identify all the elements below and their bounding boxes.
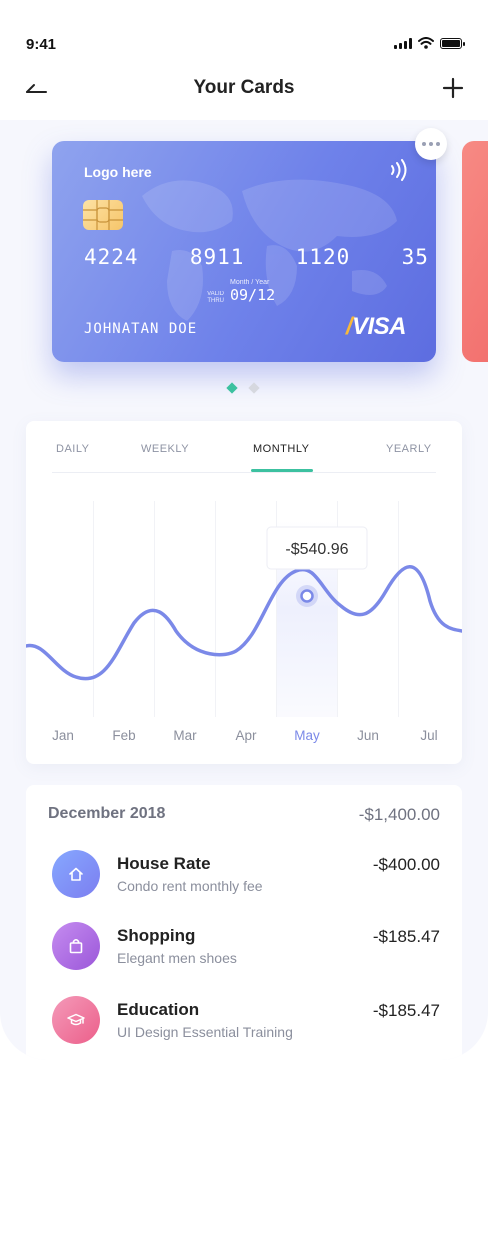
x-tick-label: Jul bbox=[420, 728, 437, 743]
expiry-date: 09/12 bbox=[230, 286, 276, 304]
signal-icon bbox=[394, 37, 412, 49]
card-more-button[interactable] bbox=[415, 128, 447, 160]
credit-card[interactable]: Logo here 4224 8911 1120 35 VALID THRU M… bbox=[52, 141, 436, 362]
transaction-row[interactable]: Shopping Elegant men shoes -$185.47 bbox=[26, 922, 462, 982]
home-icon bbox=[52, 850, 100, 898]
tab-yearly[interactable]: YEARLY bbox=[386, 443, 432, 455]
add-card-button[interactable] bbox=[442, 77, 464, 99]
card-pager bbox=[226, 382, 260, 394]
transaction-row[interactable]: House Rate Condo rent monthly fee -$400.00 bbox=[26, 850, 462, 910]
transaction-title: Education bbox=[117, 1000, 200, 1019]
next-card-preview[interactable] bbox=[462, 141, 488, 362]
wifi-icon bbox=[418, 37, 434, 49]
x-tick-label: Mar bbox=[173, 728, 197, 743]
tab-daily[interactable]: DAILY bbox=[56, 443, 89, 455]
valid-thru-label: VALID THRU bbox=[207, 291, 224, 304]
page-title: Your Cards bbox=[193, 77, 295, 98]
visa-logo: /VISA bbox=[345, 313, 407, 340]
active-tab-underline bbox=[251, 469, 313, 472]
x-tick-label: Jun bbox=[357, 728, 379, 743]
transaction-title: House Rate bbox=[117, 854, 211, 873]
period-tabs: DAILY WEEKLY MONTHLY YEARLY bbox=[52, 421, 436, 473]
x-tick-label: May bbox=[294, 728, 320, 743]
card-expiry: VALID THRU Month / Year 09/12 bbox=[202, 279, 275, 305]
transactions-card: December 2018 -$1,400.00 House Rate Condo… bbox=[26, 785, 462, 1060]
spending-line bbox=[26, 565, 462, 681]
transaction-subtitle: Elegant men shoes bbox=[117, 950, 237, 966]
battery-icon bbox=[440, 37, 465, 49]
spending-line-chart: -$540.96 Jan Feb Mar Apr May Jun Jul bbox=[26, 501, 462, 743]
transaction-amount: -$185.47 bbox=[372, 1001, 440, 1020]
top-bar: 9:41 Your Cards bbox=[0, 0, 488, 120]
highlight-point[interactable] bbox=[300, 589, 314, 603]
card-brand-text: VISA bbox=[351, 313, 407, 340]
tooltip-value: -$540.96 bbox=[285, 541, 348, 558]
pager-dot[interactable] bbox=[248, 382, 260, 394]
card-holder-name: JOHNATAN DOE bbox=[84, 321, 198, 337]
transaction-subtitle: UI Design Essential Training bbox=[117, 1024, 293, 1040]
card-chip-icon bbox=[83, 200, 123, 230]
transaction-title: Shopping bbox=[117, 926, 196, 945]
x-tick-label: Feb bbox=[112, 728, 135, 743]
card-number: 4224 8911 1120 35 bbox=[84, 245, 429, 269]
expiry-hint: Month / Year bbox=[230, 279, 270, 286]
status-time: 9:41 bbox=[26, 36, 57, 53]
x-tick-label: Apr bbox=[235, 728, 257, 743]
spending-chart-card: DAILY WEEKLY MONTHLY YEARLY -$540.96 Jan Feb M… bbox=[26, 421, 462, 764]
contactless-icon bbox=[391, 159, 407, 181]
transaction-subtitle: Condo rent monthly fee bbox=[117, 878, 263, 894]
transactions-total: -$1,400.00 bbox=[358, 805, 440, 824]
graduation-cap-icon bbox=[52, 996, 100, 1044]
shopping-bag-icon bbox=[52, 922, 100, 970]
card-logo-text: Logo here bbox=[84, 164, 152, 180]
x-tick-label: Jan bbox=[52, 728, 74, 743]
transactions-month: December 2018 bbox=[48, 805, 166, 822]
phone-screen: 9:41 Your Cards Logo here 4224 8911 1120… bbox=[0, 0, 488, 1060]
transaction-amount: -$185.47 bbox=[372, 927, 440, 946]
status-icons bbox=[394, 37, 465, 49]
pager-dot[interactable] bbox=[226, 382, 238, 394]
tab-weekly[interactable]: WEEKLY bbox=[141, 443, 189, 455]
tab-monthly[interactable]: MONTHLY bbox=[253, 443, 309, 455]
transaction-amount: -$400.00 bbox=[372, 855, 440, 874]
transaction-row[interactable]: Education UI Design Essential Training -$1… bbox=[26, 996, 462, 1056]
